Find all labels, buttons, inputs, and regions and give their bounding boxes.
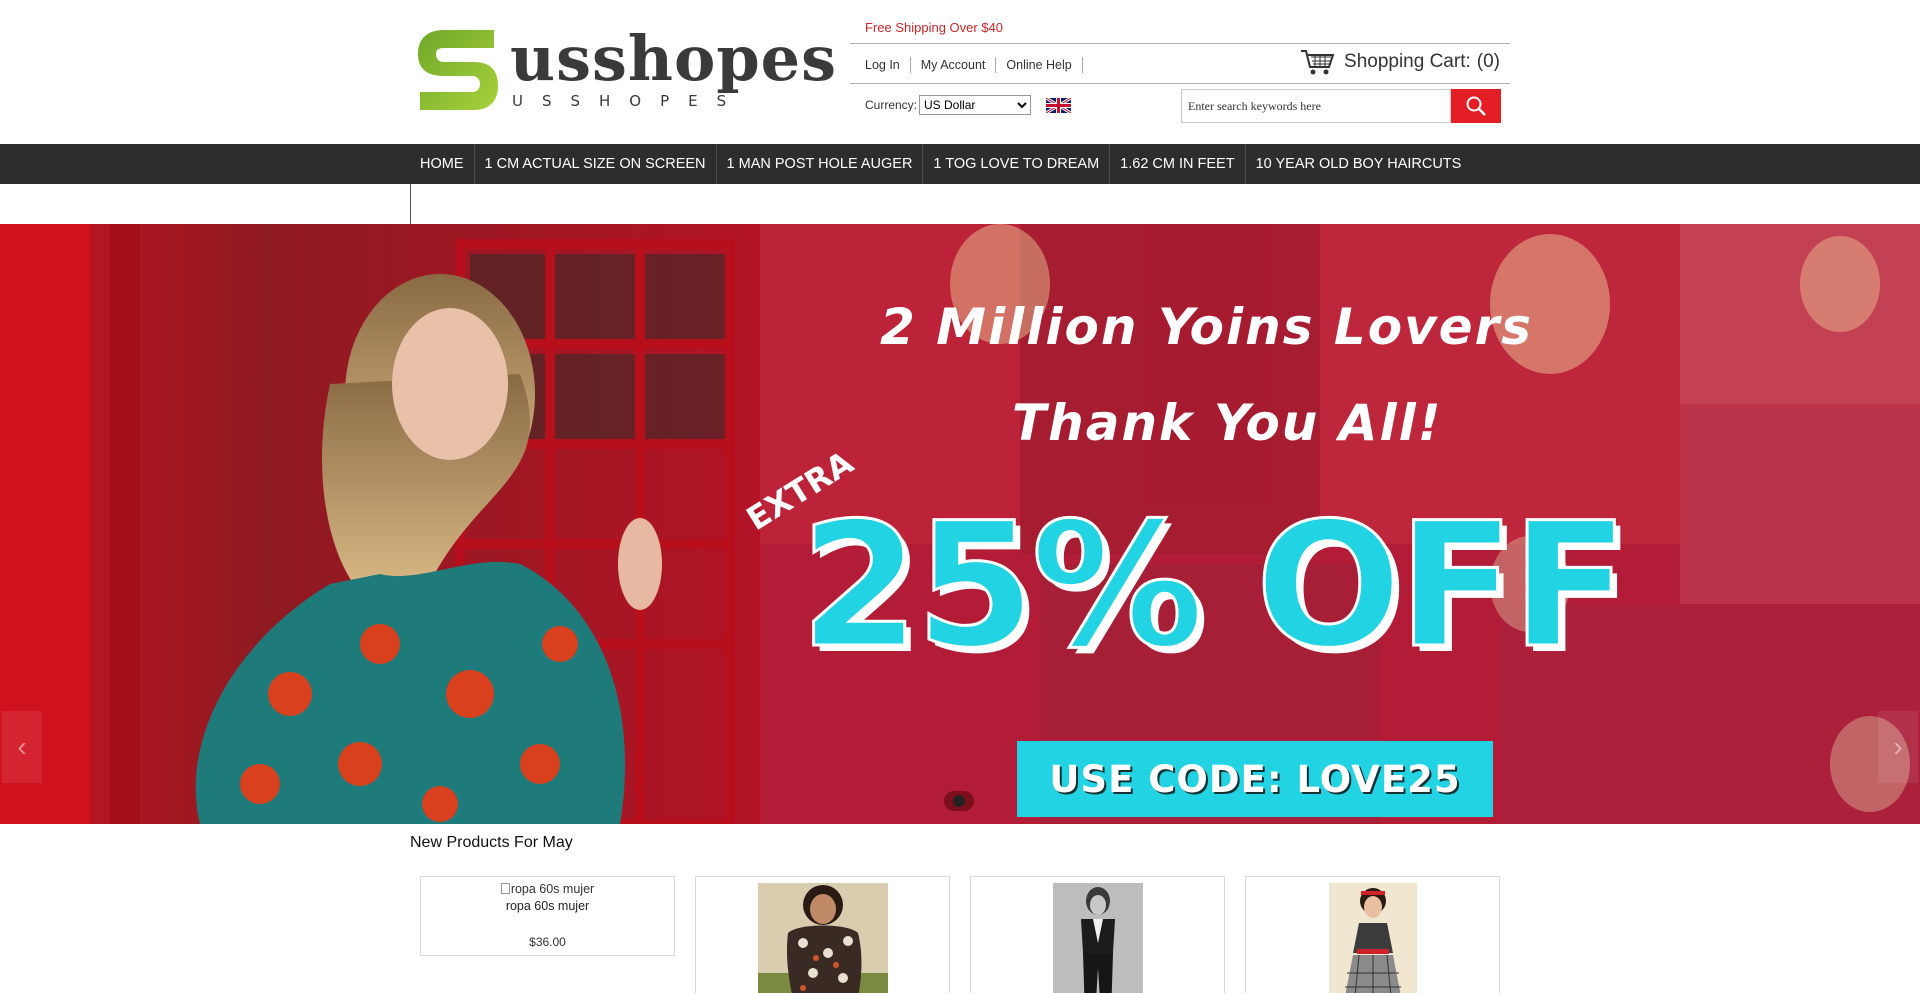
banner-headline-1: 2 Million Yoins Lovers <box>880 298 1534 356</box>
nav-item-post-hole-auger[interactable]: 1 MAN POST HOLE AUGER <box>717 144 924 184</box>
next-slide-button[interactable]: › <box>1878 711 1918 783</box>
nav-item-1cm-actual-size[interactable]: 1 CM ACTUAL SIZE ON SCREEN <box>475 144 717 184</box>
divider <box>850 83 1510 84</box>
search-icon <box>1466 96 1486 116</box>
banner-discount: 25% OFF <box>799 485 1631 686</box>
nav-item-boy-haircuts[interactable]: 10 YEAR OLD BOY HAIRCUTS <box>1246 144 1472 184</box>
my-account-link[interactable]: My Account <box>911 57 997 73</box>
product-image[interactable] <box>1053 883 1143 993</box>
logo-s-icon <box>418 30 498 110</box>
cart-label: Shopping Cart: <box>1344 51 1471 72</box>
product-card[interactable]: ropa 60s mujer ropa 60s mujer $36.00 <box>420 876 675 956</box>
logo-wordmark: usshopes <box>510 22 838 95</box>
slide-dot-active[interactable] <box>953 795 965 807</box>
product-grid: ropa 60s mujer ropa 60s mujer $36.00 <box>420 876 1500 993</box>
login-link[interactable]: Log In <box>865 57 911 73</box>
site-header: usshopes USSHOPES Free Shipping Over $40… <box>0 0 1920 144</box>
search-bar <box>1181 89 1501 123</box>
cart-icon <box>1301 50 1335 75</box>
banner-promo-code: USE CODE: LOVE25 <box>1017 741 1493 817</box>
currency-selector: Currency: US Dollar <box>865 95 1072 115</box>
logo-subtext: USSHOPES <box>512 92 746 110</box>
divider <box>410 184 411 224</box>
product-card[interactable] <box>970 876 1225 993</box>
online-help-link[interactable]: Online Help <box>996 57 1083 73</box>
product-card[interactable] <box>1245 876 1500 993</box>
product-card[interactable] <box>695 876 950 993</box>
banner-headline-2: Thank You All! <box>1012 394 1443 452</box>
broken-image-icon <box>500 883 510 894</box>
product-price: $36.00 <box>529 935 566 949</box>
product-image[interactable] <box>1329 883 1417 993</box>
product-image-alt[interactable]: ropa 60s mujer <box>421 882 674 896</box>
chevron-right-icon: › <box>1893 731 1903 762</box>
account-links: Log In My Account Online Help <box>865 57 1083 73</box>
shopping-cart[interactable]: Shopping Cart: (0) <box>1300 48 1500 76</box>
site-logo[interactable]: usshopes USSHOPES <box>414 26 836 116</box>
search-button[interactable] <box>1451 89 1501 123</box>
nav-item-cm-in-feet[interactable]: 1.62 CM IN FEET <box>1110 144 1246 184</box>
prev-slide-button[interactable]: ‹ <box>2 711 42 783</box>
page: usshopes USSHOPES Free Shipping Over $40… <box>0 0 1920 993</box>
divider <box>850 43 1510 44</box>
slide-indicator <box>944 791 974 811</box>
product-image[interactable] <box>758 883 888 993</box>
nav-item-tog-love-to-dream[interactable]: 1 TOG LOVE TO DREAM <box>923 144 1111 184</box>
search-input[interactable] <box>1181 89 1451 123</box>
sub-bar <box>0 184 1920 224</box>
currency-label: Currency: <box>865 98 918 112</box>
product-name[interactable]: ropa 60s mujer <box>421 899 674 913</box>
currency-select[interactable]: US Dollar <box>919 95 1032 115</box>
main-nav: HOME 1 CM ACTUAL SIZE ON SCREEN 1 MAN PO… <box>0 144 1920 184</box>
section-title: New Products For May <box>410 834 573 851</box>
uk-flag-icon[interactable] <box>1046 97 1072 113</box>
nav-item-home[interactable]: HOME <box>410 144 475 184</box>
chevron-left-icon: ‹ <box>17 731 27 762</box>
free-shipping-notice: Free Shipping Over $40 <box>865 20 1004 35</box>
cart-count: (0) <box>1476 51 1500 72</box>
